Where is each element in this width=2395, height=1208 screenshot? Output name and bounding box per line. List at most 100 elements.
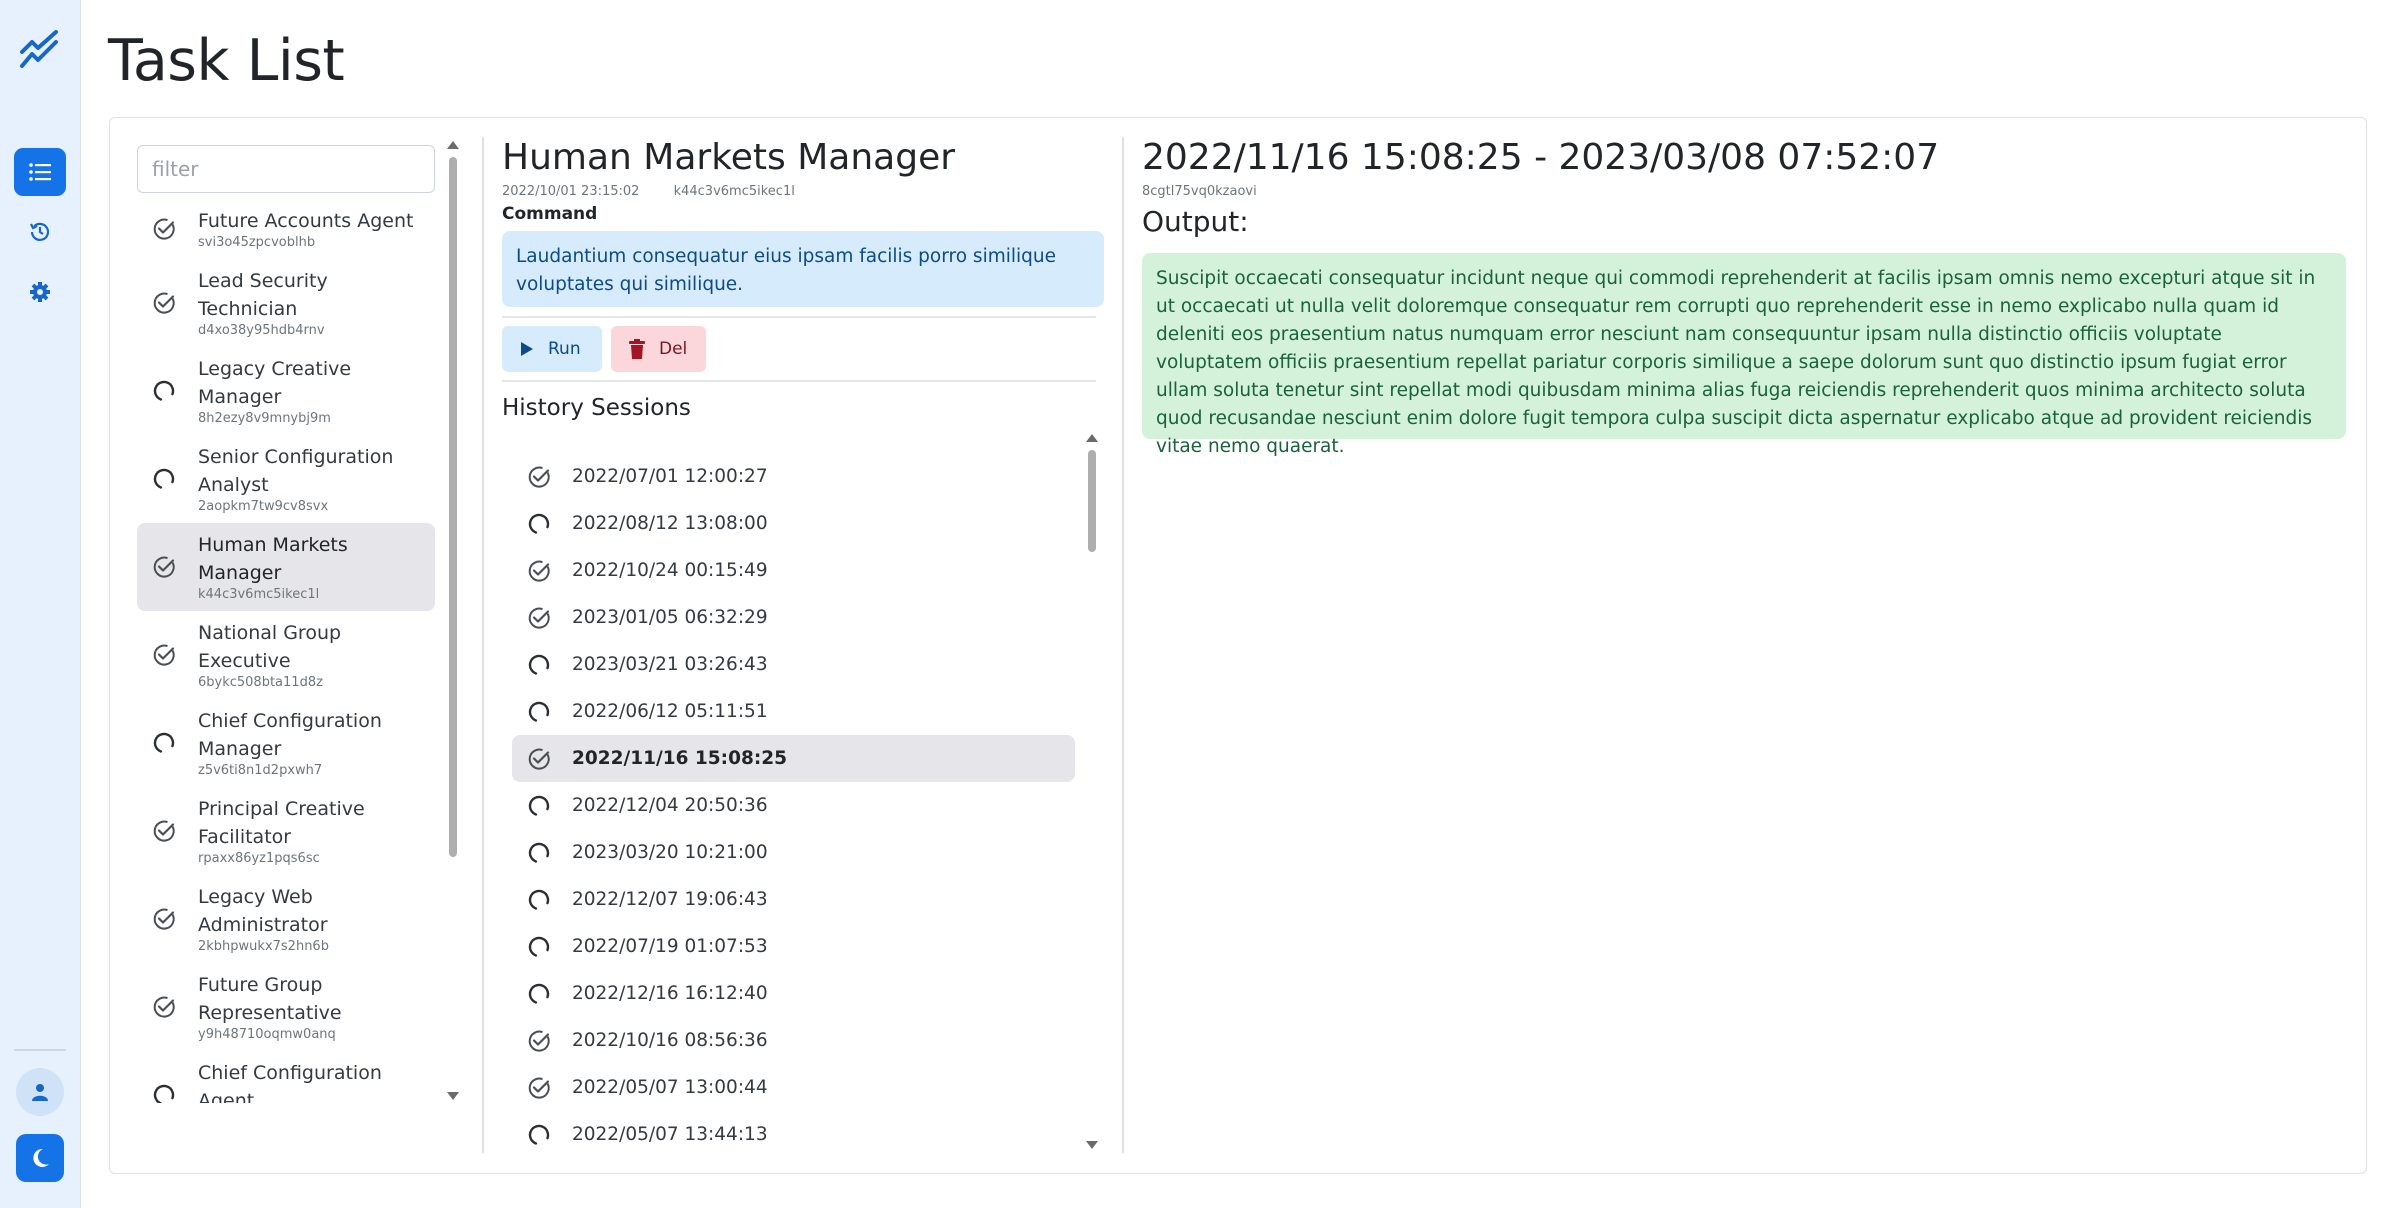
history-session-item[interactable]: 2022/12/16 16:12:40 — [512, 970, 1075, 1017]
nav-task-list-button[interactable] — [14, 148, 66, 196]
spinner-icon — [528, 983, 550, 1004]
scroll-up-icon[interactable] — [1086, 434, 1098, 442]
task-id: d4xo38y95hdb4rnv — [198, 323, 325, 338]
task-meta: 2022/10/01 23:15:02 k44c3v6mc5ikec1l — [502, 184, 825, 199]
task-list-item[interactable]: Chief Configuration Manager z5v6ti8n1d2px… — [137, 699, 435, 787]
divider — [502, 316, 1096, 318]
sidebar-rail — [0, 0, 81, 1208]
session-time: 2022/12/16 16:12:40 — [572, 983, 768, 1004]
spinner-icon — [528, 654, 550, 675]
rail-divider — [14, 1049, 66, 1051]
check-circle-icon — [528, 560, 550, 582]
history-icon — [30, 222, 50, 241]
task-list-item[interactable]: National Group Executive 6bykc508bta11d8z — [137, 611, 435, 699]
history-session-item[interactable]: 2022/05/07 13:44:13 — [512, 1111, 1075, 1153]
history-session-item[interactable]: 2022/07/01 12:00:27 — [512, 453, 1075, 500]
history-session-item[interactable]: 2022/12/04 20:50:36 — [512, 782, 1075, 829]
page-title: Task List — [108, 28, 345, 94]
task-id: 8h2ezy8v9mnybj9m — [198, 411, 331, 426]
task-list-item[interactable]: Principal Creative Facilitator rpaxx86yz1… — [137, 787, 435, 875]
session-time: 2023/03/21 03:26:43 — [572, 654, 768, 675]
history-scrollbar[interactable] — [1085, 428, 1099, 1153]
user-icon — [32, 1084, 48, 1101]
delete-button[interactable]: Del — [611, 326, 706, 372]
column-divider — [482, 137, 484, 1153]
task-id: 6bykc508bta11d8z — [198, 675, 323, 690]
task-id: k44c3v6mc5ikec1l — [673, 184, 795, 199]
column-divider — [1122, 137, 1124, 1153]
nav-history-button[interactable] — [14, 208, 66, 256]
history-session-list: 2022/07/01 12:00:27 2022/08/12 13:08:00 20… — [512, 453, 1075, 1153]
task-list-item[interactable]: Legacy Creative Manager 8h2ezy8v9mnybj9m — [137, 347, 435, 435]
user-button[interactable] — [16, 1068, 64, 1116]
history-session-item[interactable]: 2023/01/05 06:32:29 — [512, 594, 1075, 641]
run-button[interactable]: Run — [502, 326, 602, 372]
scrollbar-thumb[interactable] — [1088, 450, 1096, 552]
task-title: Human Markets Manager — [502, 137, 956, 178]
history-session-item[interactable]: 2023/03/21 03:26:43 — [512, 641, 1075, 688]
session-time: 2022/07/01 12:00:27 — [572, 466, 768, 487]
task-list-item[interactable]: Senior Configuration Analyst 2aopkm7tw9cv… — [137, 435, 435, 523]
spinner-icon — [528, 701, 550, 722]
task-list-item[interactable]: Legacy Web Administrator 2kbhpwukx7s2hn6b — [137, 875, 435, 963]
task-name: Principal Creative Facilitator — [198, 798, 365, 848]
task-id: y9h48710oqmw0anq — [198, 1027, 336, 1042]
history-session-item[interactable]: 2022/11/16 15:08:25 — [512, 735, 1075, 782]
scrollbar-thumb[interactable] — [449, 157, 457, 857]
task-name: Lead Security Technician — [198, 270, 328, 320]
task-list-item[interactable]: Chief Configuration Agentevvmjih5p9d2upe… — [137, 1051, 435, 1103]
spinner-icon — [153, 732, 175, 753]
output-label: Output: — [1142, 205, 1249, 238]
spinner-icon — [528, 795, 550, 816]
session-time: 2022/10/16 08:56:36 — [572, 1030, 768, 1051]
session-time: 2022/05/07 13:00:44 — [572, 1077, 768, 1098]
history-session-item[interactable]: 2022/05/07 13:00:44 — [512, 1064, 1075, 1111]
task-list-item[interactable]: Lead Security Technician d4xo38y95hdb4rnv — [137, 259, 435, 347]
session-time: 2023/03/20 10:21:00 — [572, 842, 768, 863]
theme-toggle-button[interactable] — [16, 1134, 64, 1182]
scroll-down-icon[interactable] — [447, 1092, 459, 1100]
check-circle-icon — [528, 607, 550, 629]
task-name: Future Accounts Agent — [198, 210, 414, 232]
task-id: rpaxx86yz1pqs6sc — [198, 851, 320, 866]
task-list-scrollbar[interactable] — [446, 137, 460, 1107]
session-time: 2022/11/16 15:08:25 — [572, 748, 787, 769]
session-id: 8cgtl75vq0kzaovi — [1142, 184, 1257, 199]
task-list-item[interactable]: Future Accounts Agent svi3o45zpcvoblhb — [137, 199, 435, 259]
gear-icon — [30, 282, 50, 302]
session-time: 2022/08/12 13:08:00 — [572, 513, 768, 534]
session-time: 2022/06/12 05:11:51 — [572, 701, 768, 722]
task-name: Chief Configuration Manager — [198, 710, 382, 760]
history-session-item[interactable]: 2022/10/24 00:15:49 — [512, 547, 1075, 594]
session-time: 2022/12/04 20:50:36 — [572, 795, 768, 816]
filter-input[interactable] — [137, 145, 435, 193]
history-session-item[interactable]: 2022/07/19 01:07:53 — [512, 923, 1075, 970]
task-name: Senior Configuration Analyst — [198, 446, 394, 496]
task-created-time: 2022/10/01 23:15:02 — [502, 184, 640, 199]
check-circle-icon — [153, 908, 175, 930]
scroll-up-icon[interactable] — [447, 141, 459, 149]
history-session-item[interactable]: 2023/03/20 10:21:00 — [512, 829, 1075, 876]
session-time: 2022/10/24 00:15:49 — [572, 560, 768, 581]
scroll-down-icon[interactable] — [1086, 1141, 1098, 1149]
nav-settings-button[interactable] — [14, 268, 66, 316]
check-circle-icon — [528, 748, 550, 770]
run-label: Run — [548, 339, 581, 359]
task-list-item[interactable]: Future Group Representative y9h48710oqmw0… — [137, 963, 435, 1051]
spinner-icon — [153, 380, 175, 401]
spinner-icon — [528, 1124, 550, 1145]
check-circle-icon — [153, 820, 175, 842]
history-session-item[interactable]: 2022/10/16 08:56:36 — [512, 1017, 1075, 1064]
divider — [502, 380, 1096, 382]
task-list-item[interactable]: Human Markets Manager k44c3v6mc5ikec1l — [137, 523, 435, 611]
session-time: 2023/01/05 06:32:29 — [572, 607, 768, 628]
app-logo-icon[interactable] — [18, 28, 62, 72]
spinner-icon — [528, 842, 550, 863]
history-session-item[interactable]: 2022/12/07 19:06:43 — [512, 876, 1075, 923]
command-label: Command — [502, 204, 598, 224]
history-session-item[interactable]: 2022/08/12 13:08:00 — [512, 500, 1075, 547]
session-time: 2022/12/07 19:06:43 — [572, 889, 768, 910]
history-session-item[interactable]: 2022/06/12 05:11:51 — [512, 688, 1075, 735]
check-circle-icon — [153, 292, 175, 314]
list-icon — [29, 163, 51, 181]
